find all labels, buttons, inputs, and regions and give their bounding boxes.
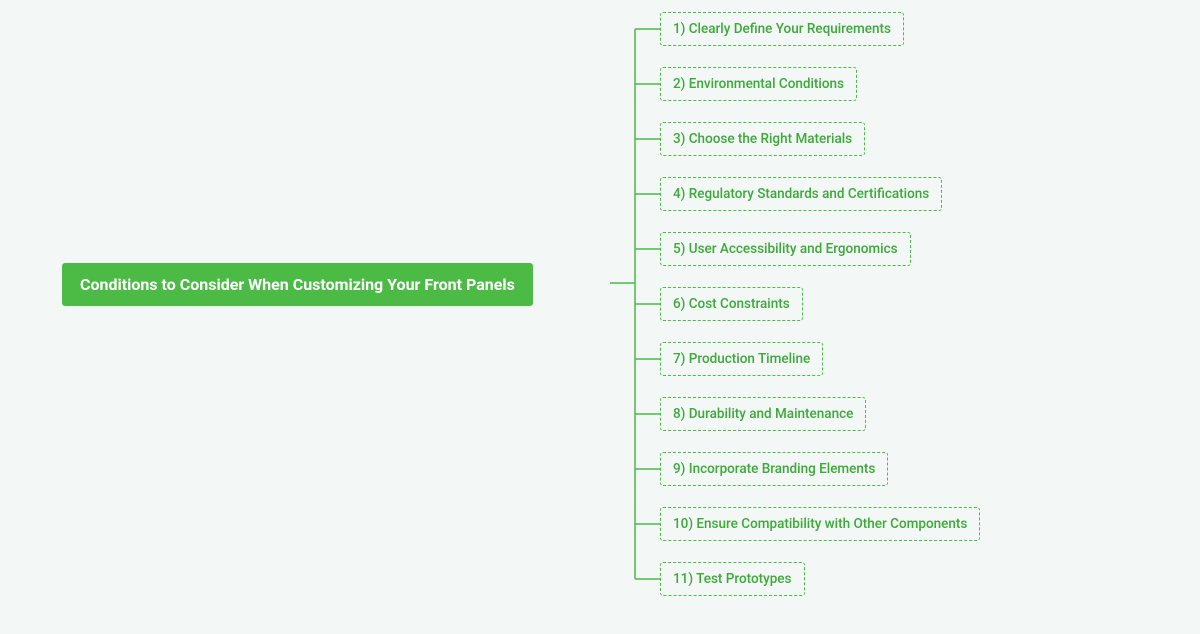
mindmap-child-node[interactable]: 7) Production Timeline — [660, 342, 823, 376]
mindmap-child-node[interactable]: 1) Clearly Define Your Requirements — [660, 12, 904, 46]
mindmap-child-node[interactable]: 6) Cost Constraints — [660, 287, 803, 321]
mindmap-child-node[interactable]: 3) Choose the Right Materials — [660, 122, 865, 156]
mindmap-root-node[interactable]: Conditions to Consider When Customizing … — [62, 263, 533, 306]
mindmap-child-node[interactable]: 4) Regulatory Standards and Certificatio… — [660, 177, 942, 211]
mindmap-child-node[interactable]: 11) Test Prototypes — [660, 562, 805, 596]
mindmap-child-node[interactable]: 10) Ensure Compatibility with Other Comp… — [660, 507, 980, 541]
mindmap-child-node[interactable]: 8) Durability and Maintenance — [660, 397, 866, 431]
mindmap-child-node[interactable]: 5) User Accessibility and Ergonomics — [660, 232, 911, 266]
mindmap-child-node[interactable]: 2) Environmental Conditions — [660, 67, 857, 101]
connector-lines — [0, 0, 1200, 634]
mindmap-child-node[interactable]: 9) Incorporate Branding Elements — [660, 452, 888, 486]
